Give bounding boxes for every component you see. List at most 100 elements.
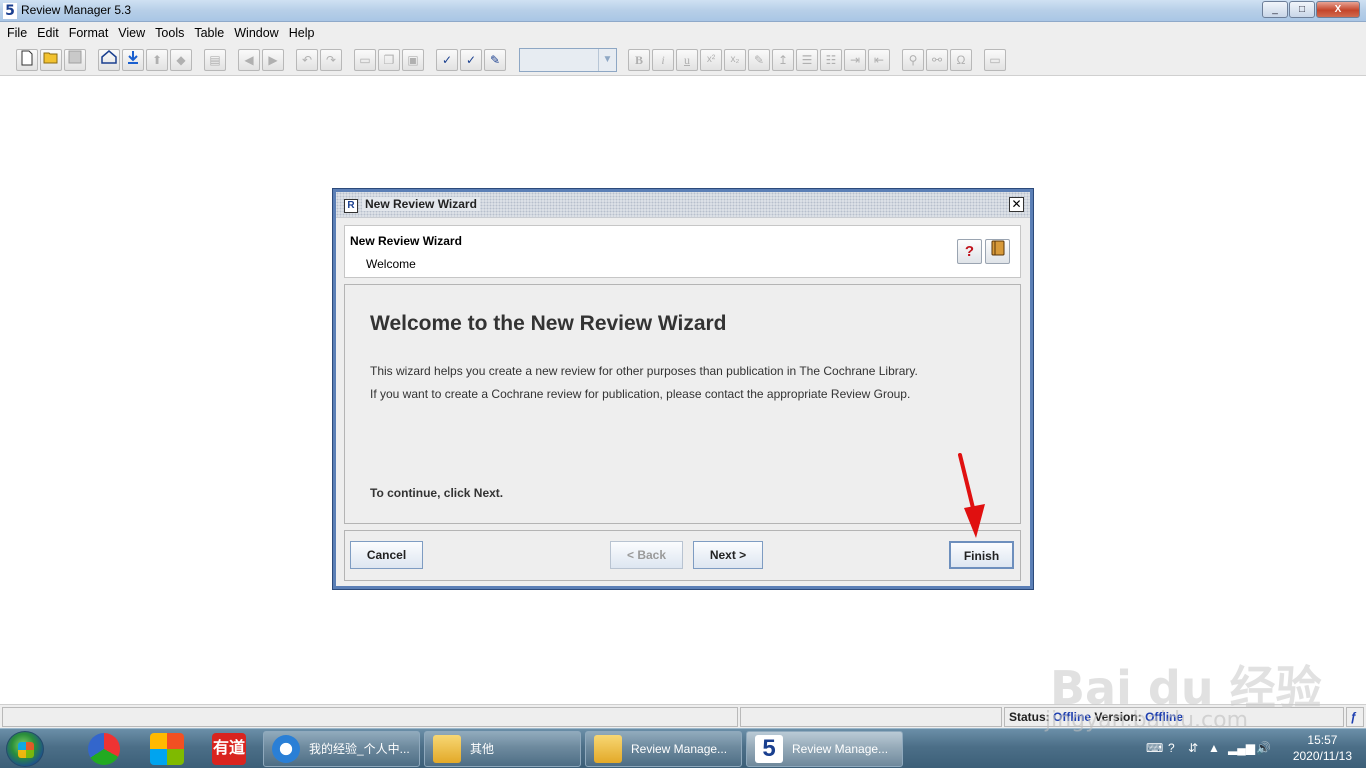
export-icon[interactable]: ⬆ xyxy=(146,49,168,71)
signal-icon[interactable]: ƒ xyxy=(1346,707,1364,727)
status-label: Status: xyxy=(1009,710,1050,724)
import-icon[interactable] xyxy=(122,49,144,71)
status-cell-middle xyxy=(740,707,1002,727)
task-label: 我的经验_个人中... xyxy=(309,742,410,756)
validate-icon[interactable]: ✓ xyxy=(436,49,458,71)
cancel-button[interactable]: Cancel xyxy=(350,541,423,569)
link-icon[interactable]: ⚲ xyxy=(902,49,924,71)
next-button[interactable]: Next > xyxy=(693,541,763,569)
keyboard-icon[interactable]: ⌨ xyxy=(1146,741,1163,755)
signal-bars-icon[interactable]: ▂▄▆ xyxy=(1228,741,1255,755)
open-folder-icon[interactable] xyxy=(40,49,62,71)
start-button[interactable] xyxy=(6,731,44,767)
revman-app-icon: 5 xyxy=(755,735,783,763)
unlink-icon[interactable]: ⚯ xyxy=(926,49,948,71)
intro-paragraph-1: This wizard helps you create a new revie… xyxy=(370,364,918,378)
redo-icon[interactable]: ↷ xyxy=(320,49,342,71)
wizard-step-name: Welcome xyxy=(366,257,416,271)
bullet-list-icon[interactable]: ☰ xyxy=(796,49,818,71)
window-titlebar: 5 Review Manager 5.3 _ □ X xyxy=(0,0,1366,22)
menu-view[interactable]: View xyxy=(113,26,150,40)
notes-icon[interactable]: ✎ xyxy=(484,49,506,71)
close-window-button[interactable]: X xyxy=(1316,1,1360,18)
task-label: 其他 xyxy=(470,742,495,756)
highlight-icon[interactable]: ✎ xyxy=(748,49,770,71)
continue-instruction: To continue, click Next. xyxy=(370,486,504,500)
wizard-header: New Review Wizard Welcome ? xyxy=(344,225,1021,278)
chevron-down-icon: ▼ xyxy=(598,49,616,71)
menu-edit[interactable]: Edit xyxy=(32,26,64,40)
taskbar-item-folder-other[interactable]: 其他 xyxy=(424,731,581,767)
share-icon[interactable]: ◆ xyxy=(170,49,192,71)
undo-icon[interactable]: ↶ xyxy=(296,49,318,71)
red-arrow-annotation xyxy=(958,453,985,538)
nav-back-icon[interactable]: ◀ xyxy=(238,49,260,71)
window-title: Review Manager 5.3 xyxy=(21,3,132,17)
dialog-titlebar[interactable]: R New Review Wizard ✕ xyxy=(336,192,1030,218)
bold-button[interactable]: B xyxy=(628,49,650,71)
task-label: Review Manage... xyxy=(792,742,889,756)
status-value: Offline xyxy=(1053,710,1092,724)
wizard-content: Welcome to the New Review Wizard This wi… xyxy=(344,284,1021,524)
welcome-heading: Welcome to the New Review Wizard xyxy=(370,312,727,335)
menu-window[interactable]: Window xyxy=(229,26,283,40)
underline-button[interactable]: u xyxy=(676,49,698,71)
taskbar-item-sogou-browser[interactable]: 我的经验_个人中... xyxy=(263,731,420,767)
marker-icon[interactable]: ↥ xyxy=(772,49,794,71)
cut-icon[interactable]: ▭ xyxy=(354,49,376,71)
italic-button[interactable]: i xyxy=(652,49,674,71)
office-icon[interactable] xyxy=(150,733,184,765)
window-layout-icon[interactable]: ▭ xyxy=(984,49,1006,71)
taskbar-item-review-manager-app[interactable]: 5 Review Manage... xyxy=(746,731,903,767)
home-icon[interactable] xyxy=(98,49,120,71)
nav-forward-icon[interactable]: ▶ xyxy=(262,49,284,71)
dialog-close-icon[interactable]: ✕ xyxy=(1009,197,1024,212)
font-style-combo[interactable]: ▼ xyxy=(519,48,617,72)
maximize-button[interactable]: □ xyxy=(1289,1,1315,18)
toolbar: ⬆ ◆ ▤ ◀ ▶ ↶ ↷ ▭ ❐ ▣ ✓ ✓ ✎ ▼ B i u x² x₂ … xyxy=(0,44,1366,76)
spellcheck-icon[interactable]: ✓ xyxy=(460,49,482,71)
clock-time: 15:57 xyxy=(1307,733,1338,747)
menu-format[interactable]: Format xyxy=(64,26,114,40)
symbol-button[interactable]: Ω xyxy=(950,49,972,71)
360-browser-icon[interactable] xyxy=(88,733,120,765)
windows-taskbar: 有道 我的经验_个人中... 其他 Review Manage... 5 Rev… xyxy=(0,728,1366,768)
revman-icon: R xyxy=(344,199,358,213)
wizard-button-bar: Cancel < Back Next > Finish xyxy=(344,530,1021,581)
windows-logo-icon xyxy=(18,742,34,758)
taskbar-item-review-manager-folder[interactable]: Review Manage... xyxy=(585,731,742,767)
finish-button[interactable]: Finish xyxy=(949,541,1014,569)
print-icon[interactable]: ▤ xyxy=(204,49,226,71)
network-adapter-icon[interactable]: ⇵ xyxy=(1188,741,1198,755)
indent-icon[interactable]: ⇥ xyxy=(844,49,866,71)
version-label: Version: xyxy=(1094,710,1142,724)
menu-table[interactable]: Table xyxy=(189,26,229,40)
intro-paragraph-2: If you want to create a Cochrane review … xyxy=(370,387,911,401)
paste-icon[interactable]: ▣ xyxy=(402,49,424,71)
system-clock[interactable]: 15:57 2020/11/13 xyxy=(1293,732,1352,764)
system-tray: ⌨ ? ⇵ ▲ ▂▄▆ 🔊 15:57 2020/11/13 xyxy=(1126,729,1366,768)
volume-icon[interactable]: 🔊 xyxy=(1256,741,1271,755)
numbered-list-icon[interactable]: ☷ xyxy=(820,49,842,71)
sogou-browser-icon xyxy=(272,735,300,763)
folder-icon xyxy=(594,735,622,763)
menu-bar: File Edit Format View Tools Table Window… xyxy=(0,22,1366,44)
superscript-button[interactable]: x² xyxy=(700,49,722,71)
back-button[interactable]: < Back xyxy=(610,541,683,569)
book-icon[interactable] xyxy=(985,239,1010,264)
outdent-icon[interactable]: ⇤ xyxy=(868,49,890,71)
menu-tools[interactable]: Tools xyxy=(150,26,189,40)
new-review-wizard-dialog: R New Review Wizard ✕ New Review Wizard … xyxy=(333,189,1033,589)
save-icon[interactable] xyxy=(64,49,86,71)
show-hidden-icons-icon[interactable]: ▲ xyxy=(1208,741,1220,755)
copy-icon[interactable]: ❐ xyxy=(378,49,400,71)
subscript-button[interactable]: x₂ xyxy=(724,49,746,71)
app-logo-icon: 5 xyxy=(3,3,17,19)
menu-help[interactable]: Help xyxy=(284,26,320,40)
youdao-dictionary-icon[interactable]: 有道 xyxy=(212,733,246,765)
help-tray-icon[interactable]: ? xyxy=(1168,741,1175,755)
minimize-button[interactable]: _ xyxy=(1262,1,1288,18)
menu-file[interactable]: File xyxy=(2,26,32,40)
new-file-icon[interactable] xyxy=(16,49,38,71)
help-icon[interactable]: ? xyxy=(957,239,982,264)
